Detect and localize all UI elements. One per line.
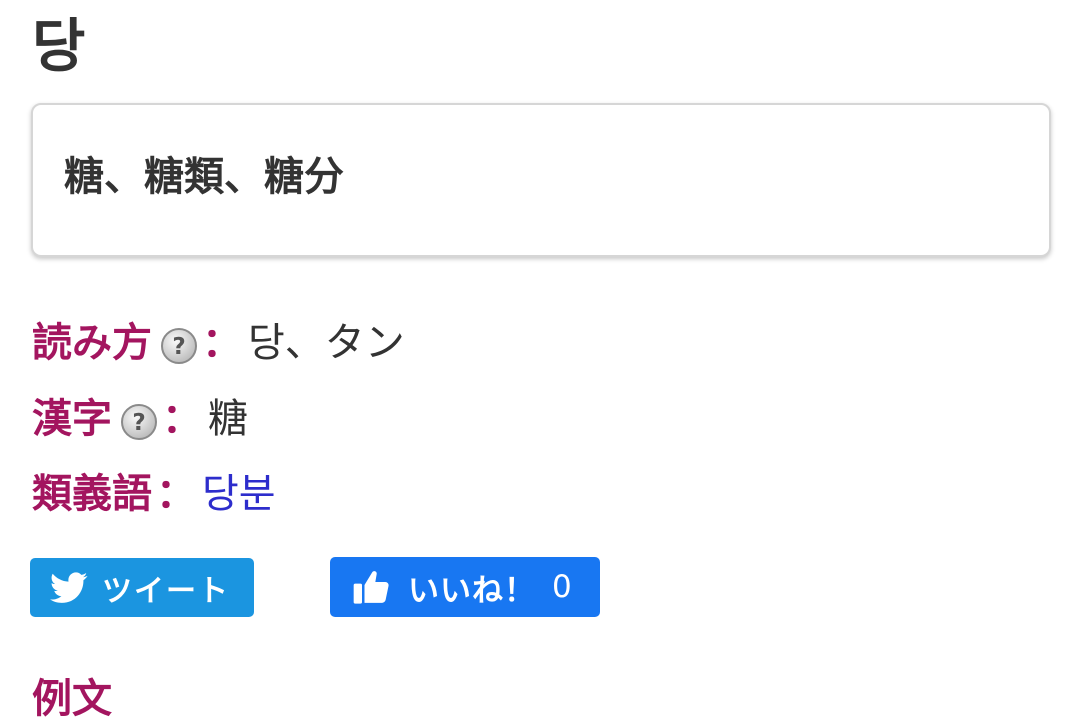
svg-text:?: ?: [172, 334, 185, 360]
like-label: いいね！: [408, 572, 536, 609]
like-count: 0: [552, 569, 572, 605]
kanji-row: 漢字 ? ： 糖: [32, 392, 248, 446]
kanji-colon: ：: [162, 396, 202, 442]
reading-row: 読み方 ? ： 당、タン: [32, 316, 405, 370]
tweet-button[interactable]: ツイート: [30, 558, 254, 617]
twitter-bird-icon: [50, 571, 88, 605]
reading-colon: ：: [202, 320, 242, 366]
question-mark-icon[interactable]: ?: [160, 327, 198, 365]
example-sentences-heading: 例文: [32, 676, 112, 722]
tweet-label: ツイート: [102, 573, 230, 609]
reading-label: 読み方: [32, 320, 152, 366]
synonym-row: 類義語 ： 당분: [32, 467, 276, 521]
like-button[interactable]: いいね！ 0: [330, 557, 600, 617]
svg-text:?: ?: [132, 410, 145, 436]
kanji-label: 漢字: [32, 396, 112, 442]
kanji-value: 糖: [208, 396, 248, 442]
meaning-box: 糖、糖類、糖分: [31, 103, 1051, 257]
thumbs-up-icon: [352, 567, 392, 607]
synonym-label: 類義語: [32, 471, 152, 517]
headword: 당: [32, 12, 86, 80]
question-mark-icon[interactable]: ?: [120, 403, 158, 441]
reading-value: 당、タン: [248, 320, 405, 366]
synonym-link[interactable]: 당분: [202, 467, 276, 521]
meaning-text: 糖、糖類、糖分: [64, 154, 344, 200]
synonym-colon: ：: [156, 471, 196, 517]
